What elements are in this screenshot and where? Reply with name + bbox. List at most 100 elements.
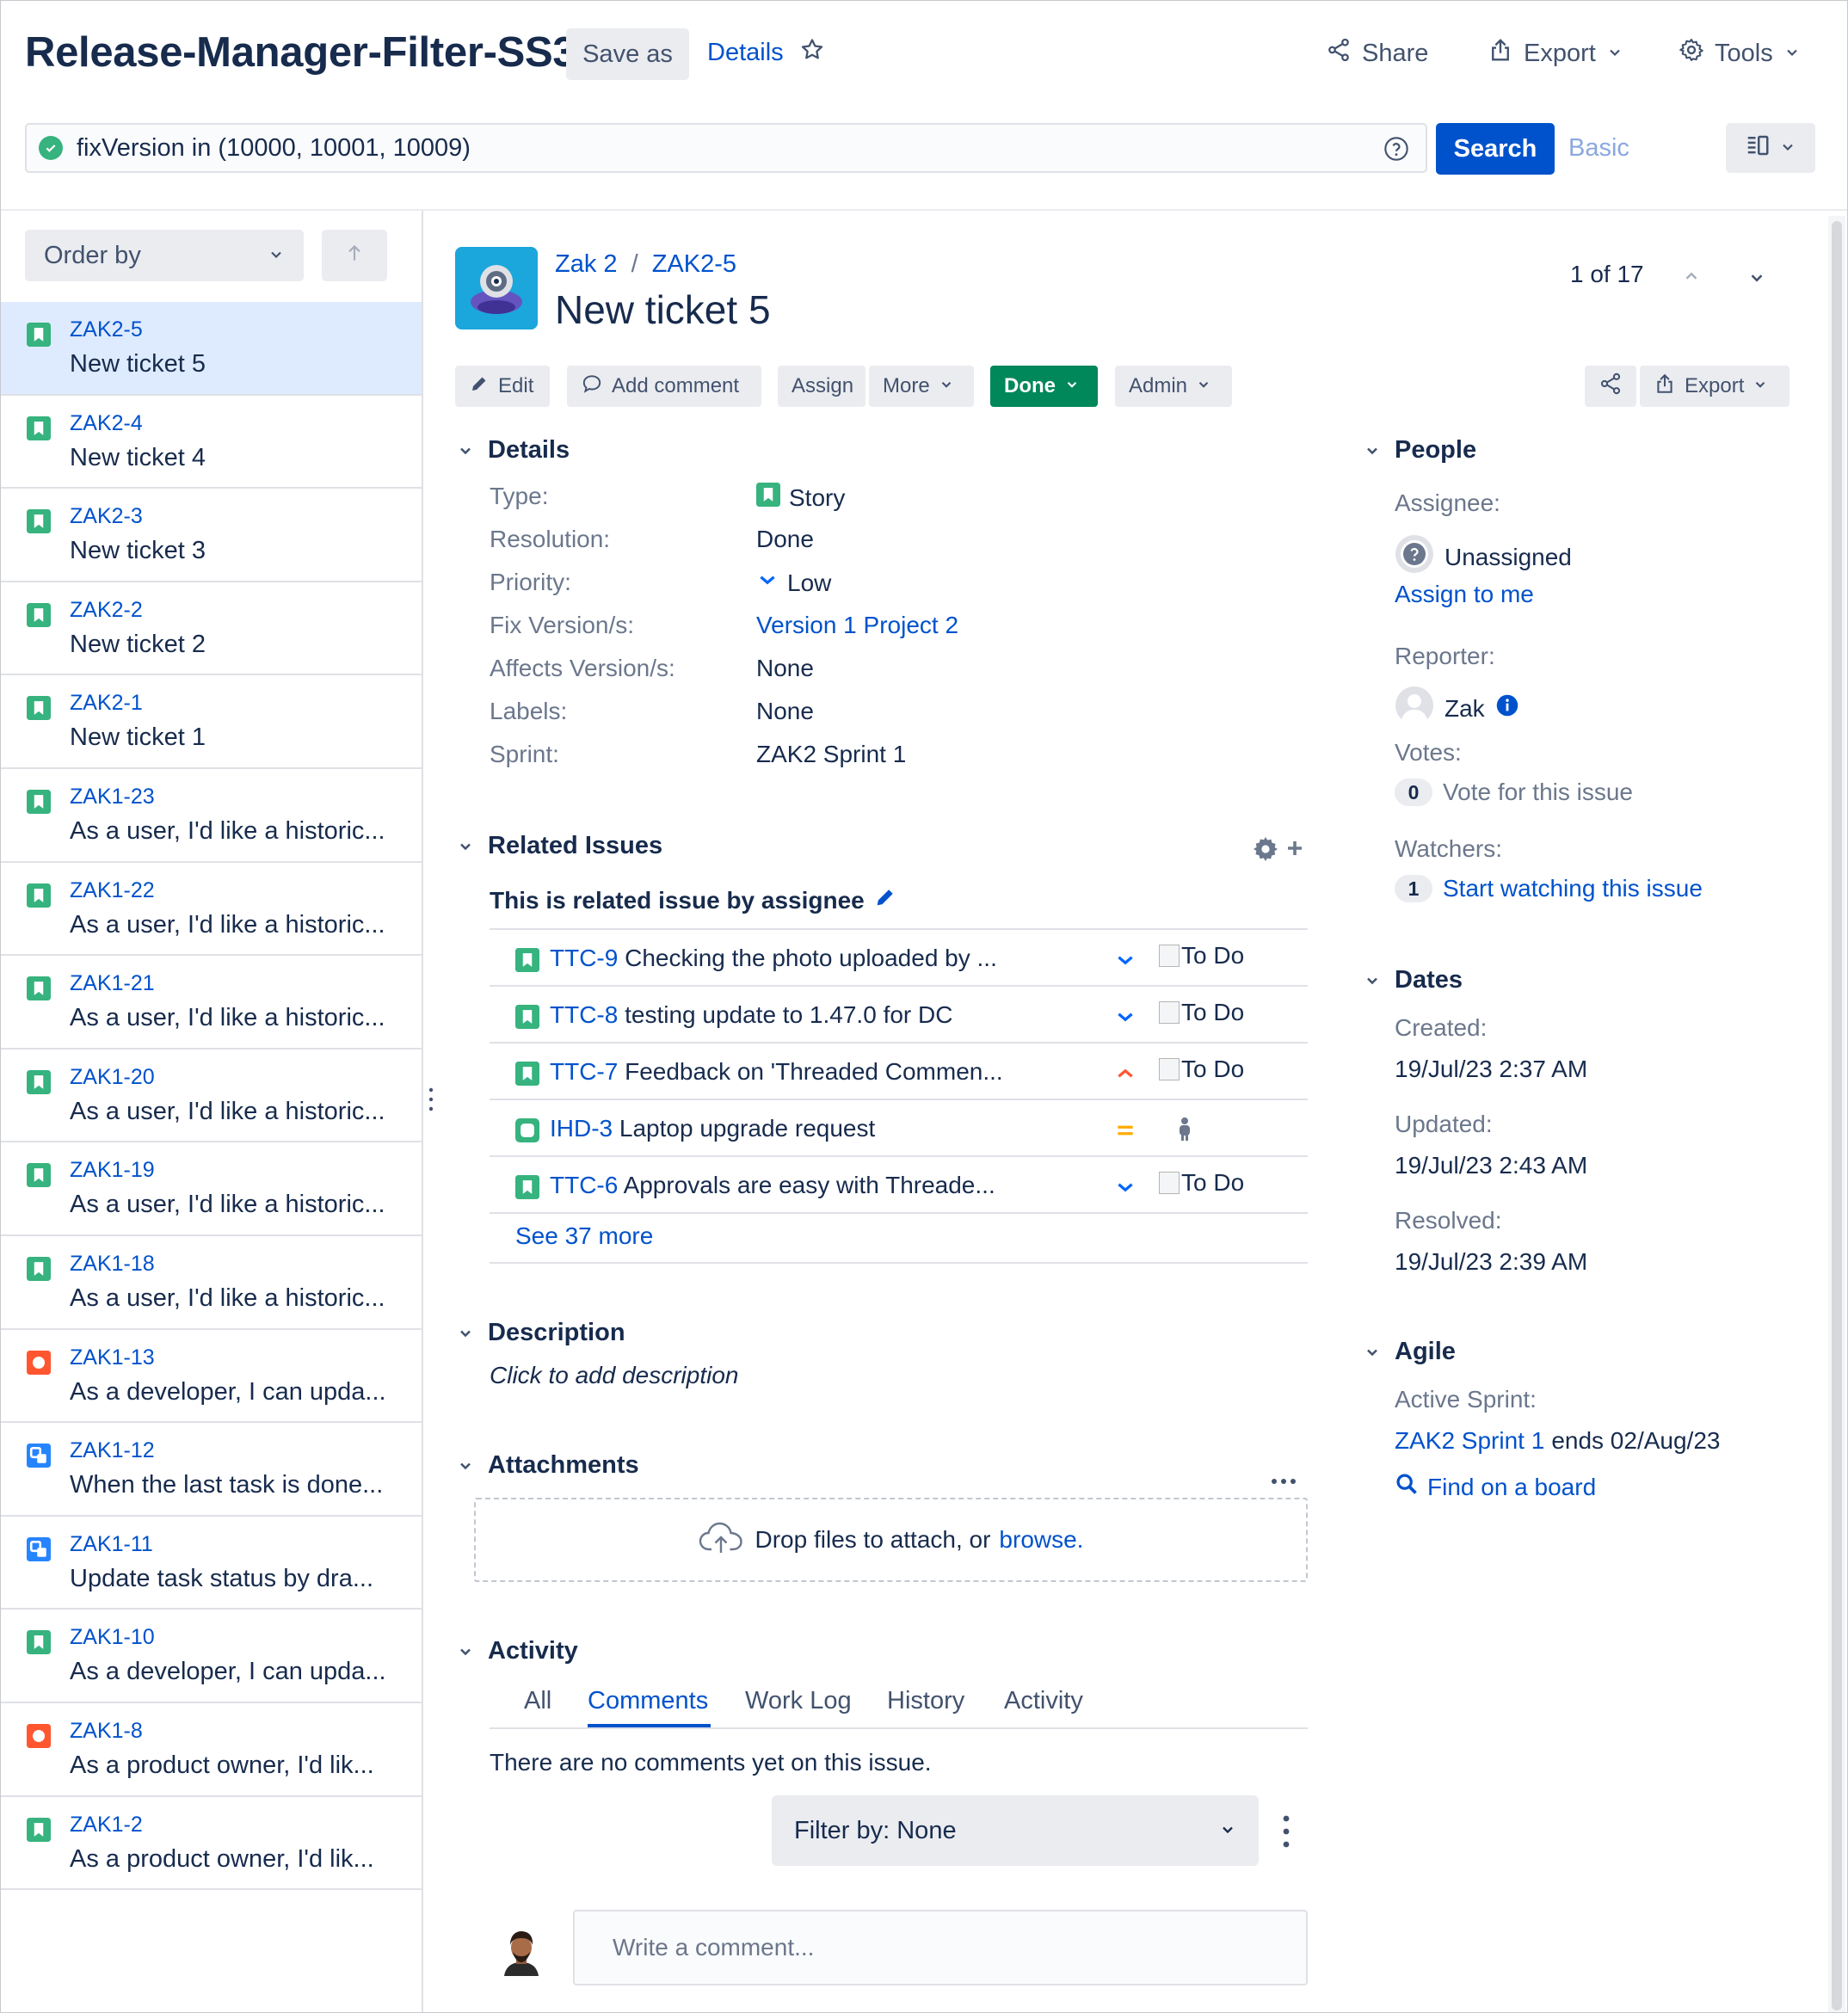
info-icon[interactable] — [1495, 693, 1519, 723]
related-issue-key[interactable]: TTC-9 — [550, 945, 618, 971]
issue-list-item[interactable]: ZAK1-8 As a product owner, I'd lik... — [1, 1703, 422, 1797]
scrollbar-thumb[interactable] — [1832, 221, 1842, 2010]
add-comment-button[interactable]: Add comment — [567, 366, 761, 407]
people-section-header[interactable]: People — [1362, 436, 1476, 465]
issue-list-item[interactable]: ZAK2-2 New ticket 2 — [1, 582, 422, 676]
share-button[interactable]: Share — [1326, 37, 1428, 70]
edit-button[interactable]: Edit — [455, 366, 550, 407]
tools-label: Tools — [1715, 39, 1773, 67]
cloud-upload-icon — [699, 1520, 743, 1561]
related-issue-key[interactable]: TTC-7 — [550, 1058, 618, 1085]
more-options-icon[interactable] — [1271, 1463, 1297, 1491]
issue-summary: New ticket 4 — [70, 443, 206, 471]
description-placeholder[interactable]: Click to add description — [490, 1362, 738, 1389]
issue-key: ZAK2-2 — [70, 597, 143, 622]
filter-by-label: Filter by: None — [794, 1816, 957, 1844]
description-section-header[interactable]: Description — [455, 1319, 625, 1347]
detail-view-icon — [1745, 132, 1771, 164]
related-issue-row[interactable]: TTC-9 Checking the photo uploaded by ...… — [490, 930, 1308, 987]
issue-list-item[interactable]: ZAK1-19 As a user, I'd like a historic..… — [1, 1142, 422, 1236]
details-section-header[interactable]: Details — [455, 436, 570, 465]
related-issue-key[interactable]: TTC-6 — [550, 1172, 618, 1198]
chevron-down-icon — [939, 374, 954, 398]
gear-add-icon[interactable] — [1250, 834, 1305, 869]
tab-history[interactable]: History — [887, 1687, 964, 1715]
tab-work-log[interactable]: Work Log — [745, 1687, 852, 1715]
breadcrumb-project[interactable]: Zak 2 — [555, 250, 618, 278]
jql-input[interactable]: fixVersion in (10000, 10001, 10009) — [25, 123, 1427, 173]
related-issue-row[interactable]: TTC-6 Approvals are easy with Threade...… — [490, 1157, 1308, 1214]
kebab-menu-icon[interactable] — [1283, 1814, 1290, 1855]
issue-list-item[interactable]: ZAK1-2 As a product owner, I'd lik... — [1, 1797, 422, 1891]
export-menu[interactable]: Export — [1488, 37, 1623, 70]
assignee-name: Unassigned — [1445, 543, 1572, 570]
related-issue-key[interactable]: IHD-3 — [550, 1115, 613, 1142]
issue-list-item[interactable]: ZAK1-21 As a user, I'd like a historic..… — [1, 956, 422, 1050]
attachments-section-header[interactable]: Attachments — [455, 1451, 639, 1480]
tools-menu[interactable]: Tools — [1679, 37, 1801, 70]
layout-switcher[interactable] — [1726, 123, 1815, 173]
pencil-icon[interactable] — [873, 885, 897, 915]
tab-activity[interactable]: Activity — [1004, 1687, 1083, 1715]
export-icon — [1654, 372, 1676, 401]
assign-to-me-link[interactable]: Assign to me — [1395, 581, 1534, 608]
start-watching-link[interactable]: Start watching this issue — [1443, 875, 1703, 902]
issue-list-item[interactable]: ZAK1-20 As a user, I'd like a historic..… — [1, 1050, 422, 1143]
related-issues-section-header[interactable]: Related Issues — [455, 832, 662, 860]
dates-section-header[interactable]: Dates — [1362, 966, 1463, 994]
comment-input[interactable]: Write a comment... — [573, 1910, 1308, 1985]
story-type-icon — [27, 1069, 51, 1094]
next-issue-icon[interactable] — [1747, 266, 1766, 293]
issue-list-item[interactable]: ZAK1-23 As a user, I'd like a historic..… — [1, 769, 422, 863]
related-issue-row[interactable]: IHD-3 Laptop upgrade request — [490, 1100, 1308, 1157]
resize-handle-icon[interactable] — [428, 1087, 434, 1118]
issue-list-item[interactable]: ZAK1-18 As a user, I'd like a historic..… — [1, 1236, 422, 1330]
agile-section-header[interactable]: Agile — [1362, 1338, 1456, 1366]
field-value[interactable]: Version 1 Project 2 — [756, 612, 958, 639]
related-issue-summary: Checking the photo uploaded by ... — [625, 945, 997, 971]
more-menu[interactable]: More — [869, 366, 974, 407]
issue-list-item[interactable]: ZAK1-22 As a user, I'd like a historic..… — [1, 863, 422, 957]
activity-section-header[interactable]: Activity — [455, 1637, 578, 1665]
filter-by-dropdown[interactable]: Filter by: None — [772, 1795, 1259, 1866]
attachment-dropzone[interactable]: Drop files to attach, or browse. — [474, 1498, 1308, 1582]
share-icon — [1326, 37, 1352, 70]
issue-list-item[interactable]: ZAK2-1 New ticket 1 — [1, 675, 422, 769]
related-issue-row[interactable]: TTC-8 testing update to 1.47.0 for DC To… — [490, 987, 1308, 1043]
previous-issue-icon[interactable] — [1682, 264, 1701, 292]
find-on-board-link[interactable]: Find on a board — [1427, 1474, 1596, 1501]
related-issue-row[interactable]: TTC-7 Feedback on 'Threaded Commen... To… — [490, 1043, 1308, 1100]
order-by-dropdown[interactable]: Order by — [25, 230, 304, 281]
tab-comments[interactable]: Comments — [588, 1687, 708, 1715]
issue-list-item[interactable]: ZAK2-4 New ticket 4 — [1, 396, 422, 489]
issue-list-item[interactable]: ZAK1-13 As a developer, I can upda... — [1, 1330, 422, 1424]
find-on-board[interactable]: Find on a board — [1395, 1472, 1596, 1502]
star-icon[interactable] — [799, 37, 825, 69]
breadcrumb-issue-key[interactable]: ZAK2-5 — [652, 250, 736, 278]
details-link[interactable]: Details — [707, 39, 784, 67]
chevron-down-icon — [268, 242, 285, 270]
issue-list-item[interactable]: ZAK1-11 Update task status by dra... — [1, 1517, 422, 1610]
assign-button[interactable]: Assign — [778, 366, 865, 407]
basic-mode-link[interactable]: Basic — [1568, 134, 1629, 163]
story-type-icon — [27, 509, 51, 534]
issue-list-item[interactable]: ZAK2-5 New ticket 5 — [1, 302, 422, 396]
sort-direction-button[interactable] — [322, 230, 387, 281]
export-issue-menu[interactable]: Export — [1640, 366, 1789, 407]
description-heading: Description — [488, 1319, 625, 1346]
admin-menu[interactable]: Admin — [1115, 366, 1232, 407]
see-more-link[interactable]: See 37 more — [515, 1222, 653, 1250]
search-button[interactable]: Search — [1436, 123, 1555, 175]
save-as-button[interactable]: Save as — [566, 28, 689, 80]
sprint-link[interactable]: ZAK2 Sprint 1 — [1395, 1427, 1544, 1455]
share-issue-button[interactable] — [1585, 366, 1636, 407]
tab-all[interactable]: All — [524, 1687, 551, 1715]
status-done-button[interactable]: Done — [990, 366, 1098, 407]
chevron-down-icon — [1783, 40, 1801, 68]
issue-list-item[interactable]: ZAK1-10 As a developer, I can upda... — [1, 1610, 422, 1703]
related-issue-key[interactable]: TTC-8 — [550, 1001, 618, 1028]
help-icon[interactable] — [1383, 135, 1410, 169]
issue-list-item[interactable]: ZAK2-3 New ticket 3 — [1, 489, 422, 582]
issue-list-item[interactable]: ZAK1-12 When the last task is done... — [1, 1423, 422, 1517]
browse-link[interactable]: browse. — [999, 1526, 1083, 1554]
